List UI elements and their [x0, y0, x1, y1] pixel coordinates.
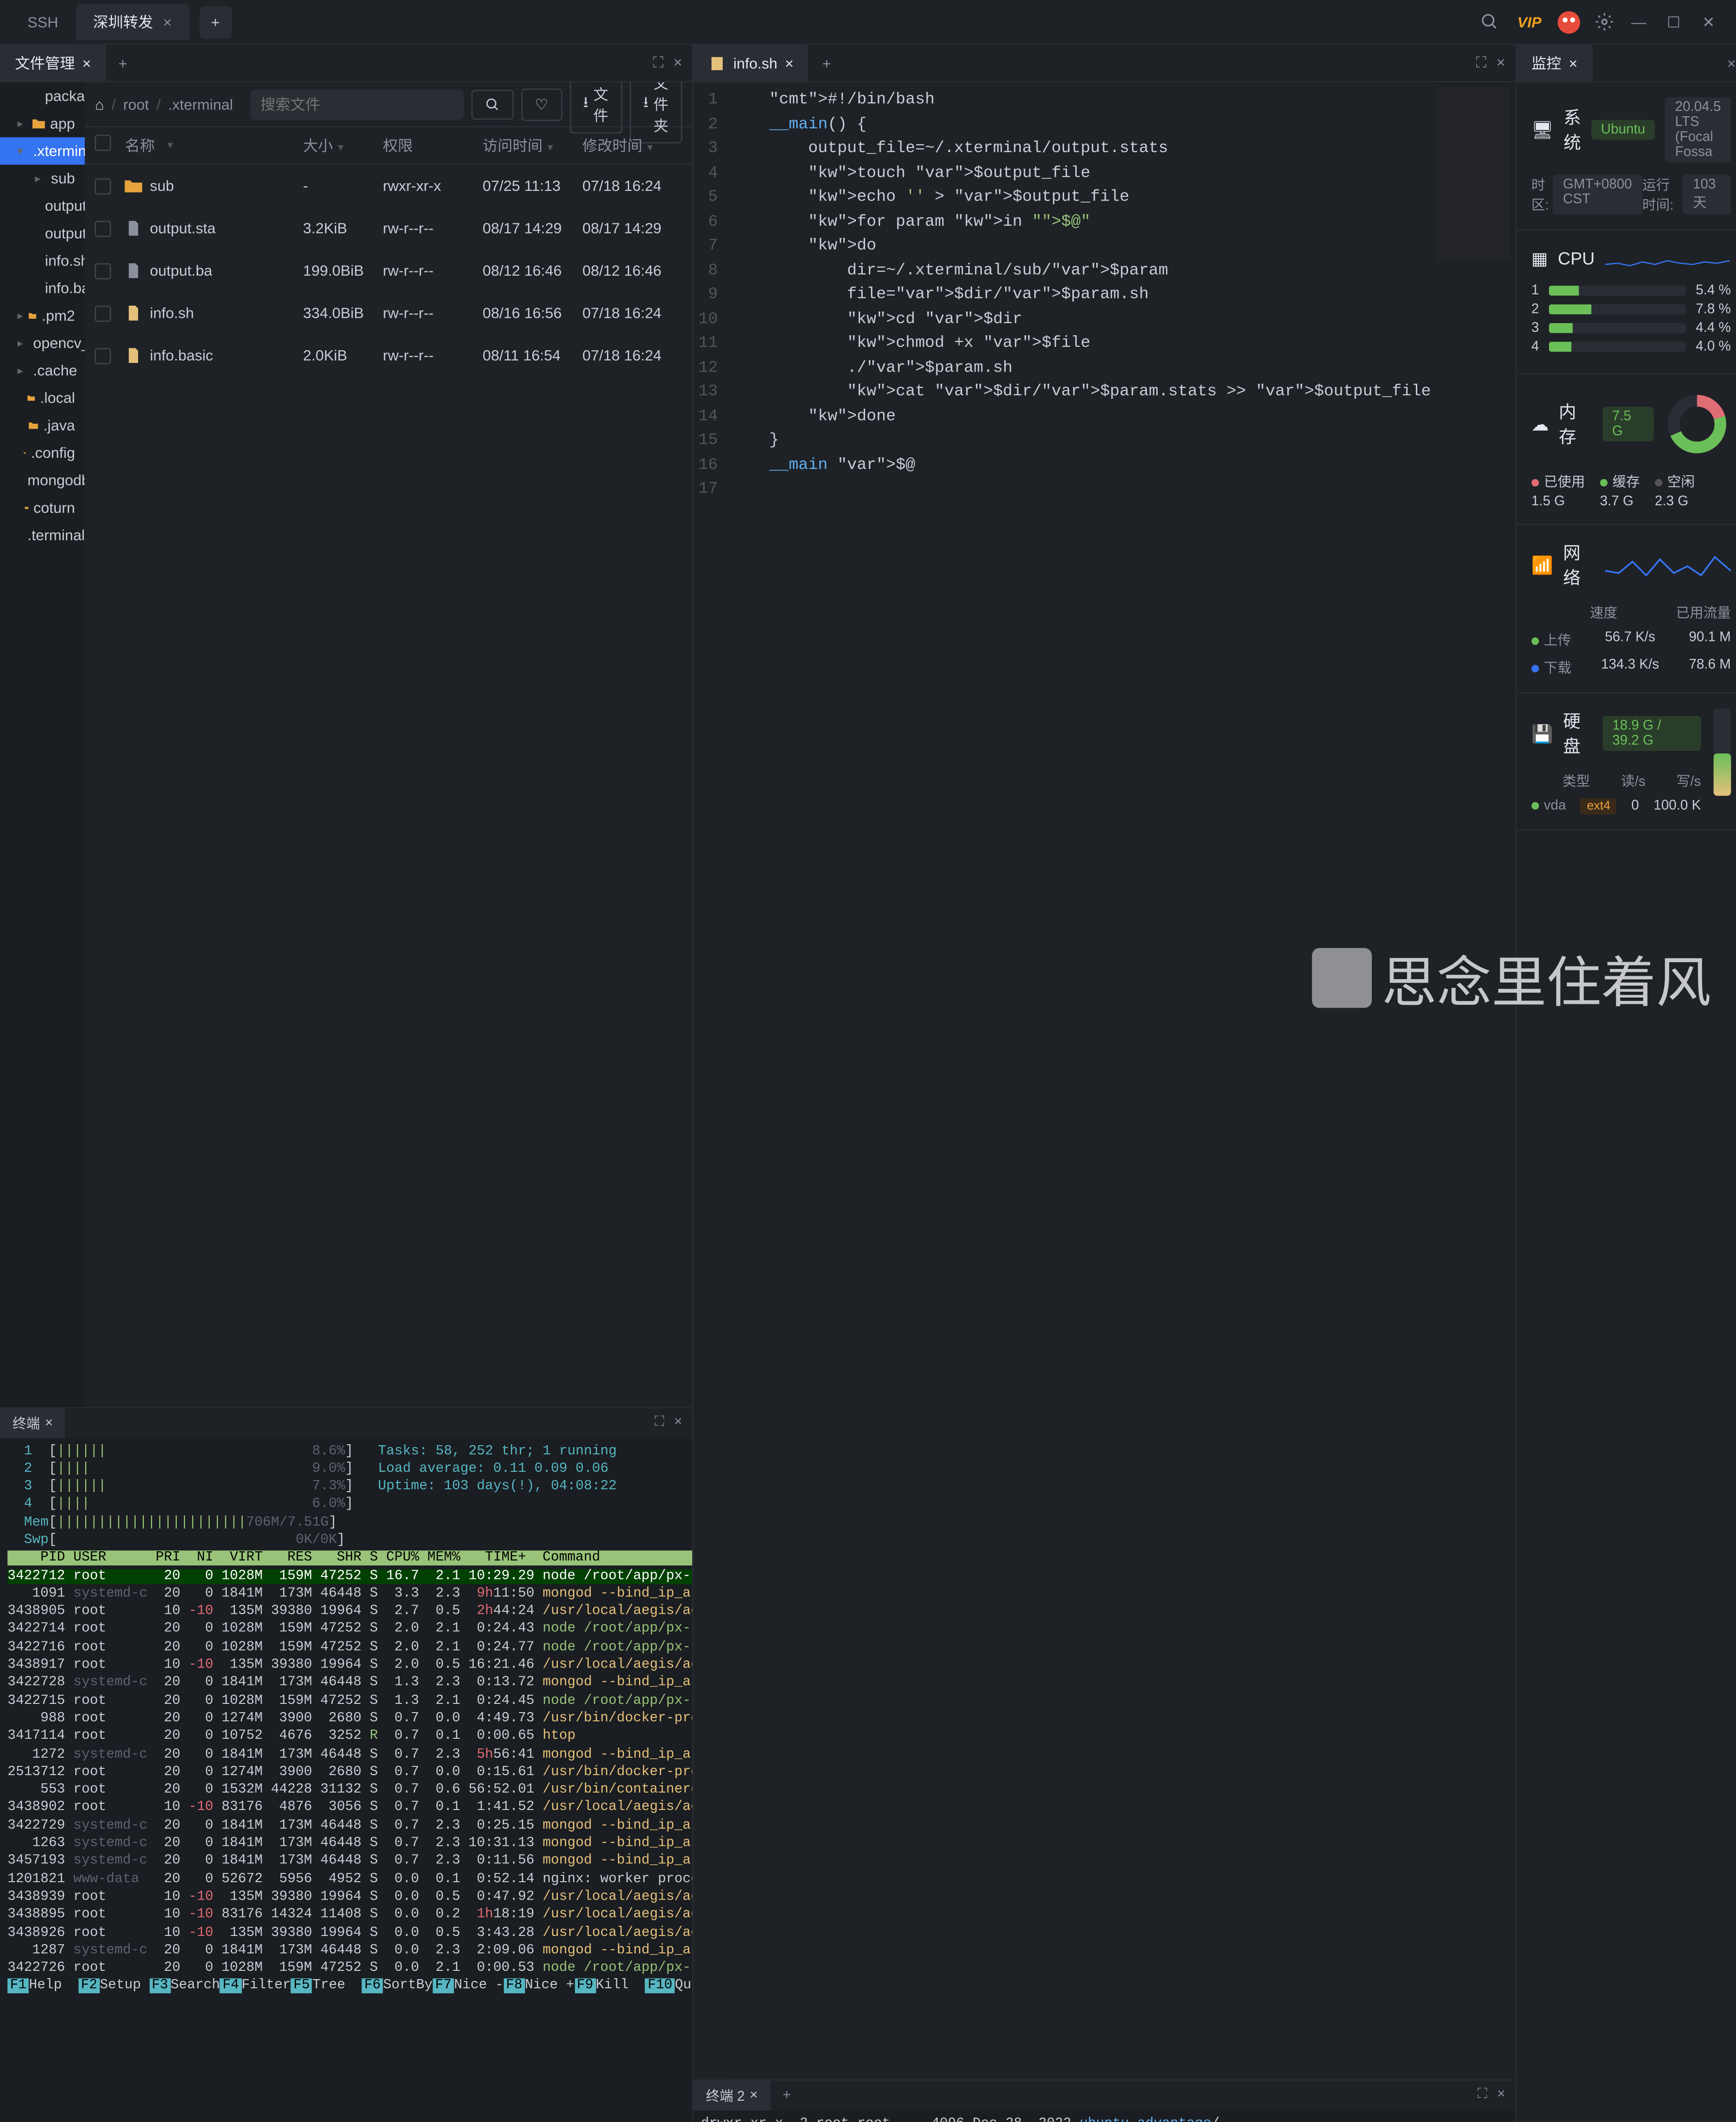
list-row[interactable]: output.sta 3.2KiBrw-r--r-- 08/17 14:2908… — [85, 207, 692, 250]
checkbox[interactable] — [95, 347, 111, 363]
tree-item[interactable]: .config — [0, 439, 85, 467]
tree-item[interactable]: .java — [0, 412, 85, 439]
system-card: 🖥系统 Ubuntu 20.04.5 LTS (Focal Fossa 时区:G… — [1517, 82, 1736, 231]
terminal-2-body[interactable]: drwxr-xr-x 2 root root 4096 Dec 28 2022 … — [694, 2110, 1515, 2122]
search-button[interactable] — [471, 89, 514, 119]
close-icon[interactable]: × — [1496, 54, 1505, 73]
close-icon[interactable]: × — [1569, 54, 1578, 72]
cloud-icon: ☁ — [1532, 414, 1549, 435]
close-icon[interactable]: × — [750, 2088, 758, 2103]
search-icon[interactable] — [1472, 4, 1507, 39]
file-tree[interactable]: </>package.xml▸app▾.xterminal▸suboutput.… — [0, 82, 85, 1406]
expand-icon[interactable]: ⛶ — [1477, 2087, 1487, 2103]
vip-badge[interactable]: VIP — [1507, 13, 1551, 31]
tree-item[interactable]: coturn — [0, 494, 85, 522]
fm-tab[interactable]: 文件管理 × — [0, 45, 106, 81]
tree-item[interactable]: ▸.cache — [0, 357, 85, 384]
list-row[interactable]: output.ba 199.0BiBrw-r--r-- 08/12 16:460… — [85, 250, 692, 292]
crumb[interactable]: root — [123, 95, 149, 113]
checkbox-all[interactable] — [95, 135, 111, 151]
close-icon[interactable]: × — [82, 54, 91, 72]
code-editor[interactable]: 1234567891011121314151617 "cmt">#!/bin/b… — [694, 82, 1515, 2079]
tree-item[interactable]: ▸sub — [0, 165, 85, 192]
upload-file-button[interactable]: ⭳ 文件 — [570, 82, 622, 133]
titlebar: SSH 深圳转发 × + VIP — ☐ ✕ — [0, 0, 1736, 45]
tree-item[interactable]: ▸opencv_build — [0, 329, 85, 357]
editor-tab[interactable]: info.sh × — [694, 45, 810, 81]
add-tab-button[interactable]: + — [199, 6, 232, 38]
tree-item[interactable]: ▸.pm2 — [0, 302, 85, 329]
avatar-icon[interactable] — [1551, 4, 1586, 39]
close-icon[interactable]: × — [674, 1415, 682, 1431]
tree-item[interactable]: output.stats — [0, 192, 85, 220]
line-gutter: 1234567891011121314151617 — [694, 82, 730, 2079]
fm-tabbar: 文件管理 × + ⛶ × — [0, 45, 692, 82]
tree-item[interactable]: mongodb — [0, 467, 85, 494]
crumb[interactable]: .xterminal — [168, 95, 233, 113]
list-header: 名称▾ 大小▾ 权限 访问时间▾ 修改时间▾ — [85, 127, 692, 165]
minimize-icon[interactable]: — — [1621, 4, 1656, 39]
cpu-card: ▦CPU 15.4 %27.8 %34.4 %44.0 % — [1517, 231, 1736, 374]
cpu-core-row: 34.4 % — [1532, 321, 1731, 336]
checkbox[interactable] — [95, 263, 111, 279]
conn-label: SSH — [10, 6, 76, 38]
close-icon[interactable]: × — [163, 13, 172, 31]
wifi-icon: 📶 — [1532, 554, 1553, 576]
disk-card: 💾硬盘 18.9 G / 39.2 G 类型读/s写/s vdaext40100… — [1517, 694, 1736, 831]
tree-item[interactable]: .terminal.icu — [0, 521, 85, 549]
list-row[interactable]: info.basic 2.0KiBrw-r--r-- 08/11 16:5407… — [85, 334, 692, 377]
close-icon[interactable]: × — [1497, 2087, 1505, 2103]
list-row[interactable]: sub -rwxr-xr-x 07/25 11:1307/18 16:24 — [85, 165, 692, 207]
expand-icon[interactable]: ⛶ — [654, 1415, 664, 1431]
checkbox[interactable] — [95, 220, 111, 236]
cpu-icon: ▦ — [1532, 248, 1548, 269]
monitor-icon: 🖥 — [1532, 119, 1554, 140]
cpu-core-row: 27.8 % — [1532, 302, 1731, 317]
search-input[interactable] — [250, 89, 464, 119]
close-icon[interactable]: × — [785, 54, 793, 72]
conn-tab-active[interactable]: 深圳转发 × — [76, 4, 189, 40]
favorite-button[interactable]: ♡ — [521, 88, 562, 121]
gear-icon[interactable] — [1586, 4, 1621, 39]
breadcrumb: ⌂/ root/ .xterminal ♡ ⭳ 文件 ⭳ 文件夹 — [85, 82, 692, 127]
minimap[interactable] — [1435, 87, 1510, 262]
network-card: 📶网络 速度已用流量 上传56.7 K/s90.1 M 下载134.3 K/s7… — [1517, 525, 1736, 694]
close-window-icon[interactable]: ✕ — [1691, 4, 1726, 39]
expand-icon[interactable]: ⛶ — [1476, 54, 1487, 73]
conn-tab-label: 深圳转发 — [93, 11, 153, 32]
cpu-core-row: 44.0 % — [1532, 339, 1731, 354]
cpu-core-row: 15.4 % — [1532, 283, 1731, 298]
terminal-tab-add[interactable]: + — [770, 2088, 803, 2103]
expand-icon[interactable]: ⛶ — [653, 54, 664, 73]
checkbox[interactable] — [95, 178, 111, 194]
tree-item[interactable]: .local — [0, 384, 85, 412]
terminal-tab-1[interactable]: 终端 × — [0, 1408, 65, 1438]
editor-tab-add[interactable]: + — [810, 54, 844, 72]
tree-item[interactable]: output.basic.s — [0, 219, 85, 247]
home-icon[interactable]: ⌂ — [95, 95, 104, 113]
tree-item[interactable]: ▸app — [0, 110, 85, 138]
disk-usage-bar — [1713, 708, 1731, 796]
close-icon[interactable]: × — [45, 1415, 53, 1430]
fm-tab-add[interactable]: + — [106, 54, 140, 72]
checkbox[interactable] — [95, 305, 111, 321]
tree-item[interactable]: info.sh — [0, 247, 85, 275]
close-icon[interactable]: × — [673, 54, 682, 73]
terminal-tab-2[interactable]: 终端 2 × — [694, 2080, 771, 2110]
tree-item[interactable]: ▾.xterminal — [0, 137, 85, 165]
tree-item[interactable]: </>package.xml — [0, 82, 85, 110]
disk-icon: 💾 — [1532, 723, 1553, 744]
monitor-tab[interactable]: 监控 × — [1517, 45, 1593, 81]
close-icon[interactable]: × — [1727, 54, 1736, 72]
memory-card: ☁内存 7.5 G 已使用1.5 G 缓存3.7 G 空闲2.3 G — [1517, 374, 1736, 525]
terminal-1-body[interactable]: 1 [|||||| 8.6%] Tasks: 58, 252 thr; 1 ru… — [0, 1437, 692, 2000]
tree-item[interactable]: info.basic.sh — [0, 274, 85, 302]
list-row[interactable]: info.sh 334.0BiBrw-r--r-- 08/16 16:5607/… — [85, 292, 692, 334]
maximize-icon[interactable]: ☐ — [1656, 4, 1691, 39]
